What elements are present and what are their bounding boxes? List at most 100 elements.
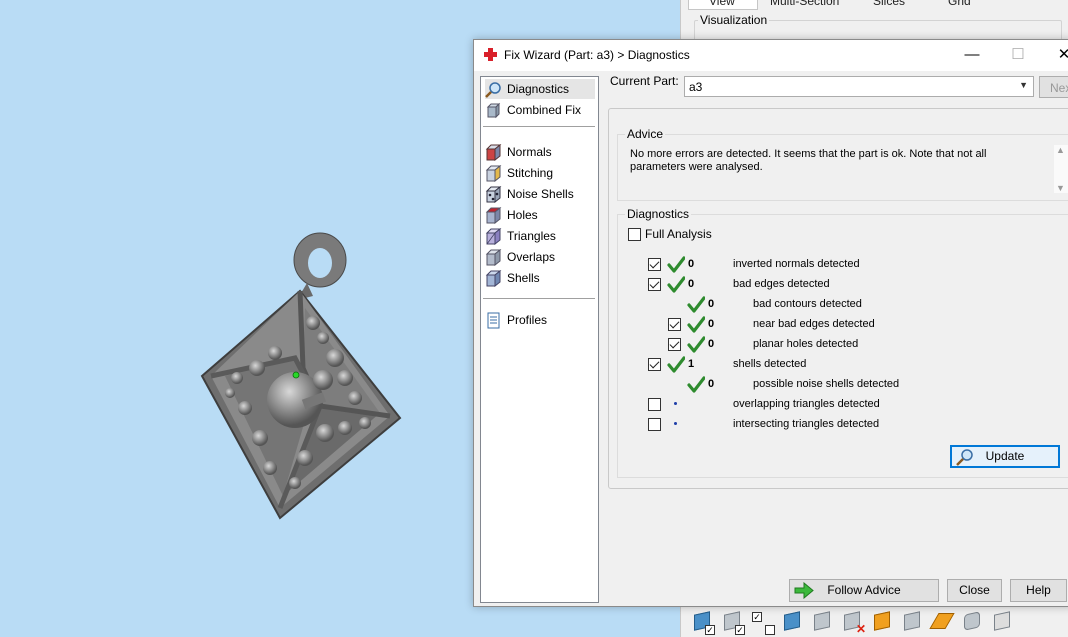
green-check-icon	[687, 296, 706, 314]
profiles-document-icon	[487, 312, 500, 328]
stitching-cube-icon	[485, 164, 502, 182]
cube-multi-icon[interactable]	[780, 610, 807, 636]
diagnostic-checkbox[interactable]	[668, 318, 681, 331]
next-button[interactable]: Next	[1039, 76, 1068, 98]
diagnostic-label: planar holes detected	[753, 338, 859, 350]
title-bar[interactable]: Fix Wizard (Part: a3) > Diagnostics — ☐ …	[474, 40, 1068, 71]
diagnostic-checkbox[interactable]	[668, 338, 681, 351]
green-check-icon	[687, 316, 706, 334]
visualization-label: Visualization	[698, 13, 770, 27]
holes-cube-icon	[485, 206, 502, 224]
diagnostic-count: 0	[688, 278, 695, 290]
green-check-icon	[667, 276, 686, 294]
nav-item-triangles[interactable]: Triangles	[485, 226, 595, 246]
diagnostic-row: 0 bad contours detected	[618, 295, 1058, 315]
diagnostics-legend: Diagnostics	[625, 207, 692, 221]
nav-separator	[483, 298, 595, 299]
normals-cube-icon	[485, 143, 502, 161]
checkbox[interactable]	[628, 227, 641, 241]
pen-icon[interactable]	[900, 610, 927, 636]
diagnostic-label: possible noise shells detected	[753, 378, 900, 390]
green-arrow-icon	[794, 582, 814, 599]
current-part-label: Current Part:	[610, 74, 679, 88]
triangles-cube-icon	[485, 227, 502, 245]
nav-item-profiles[interactable]: Profiles	[485, 310, 595, 330]
cylinder-icon[interactable]	[960, 610, 987, 636]
cube-icon	[486, 102, 501, 118]
diagnostic-checkbox[interactable]	[648, 358, 661, 371]
fix-wizard-dialog: Fix Wizard (Part: a3) > Diagnostics — ☐ …	[473, 39, 1068, 607]
update-button[interactable]: Update	[950, 445, 1060, 468]
diagnostic-row: intersecting triangles detected	[618, 415, 1058, 435]
diagnostic-row: 0 bad edges detected	[618, 275, 1058, 295]
diagnostic-label: inverted normals detected	[733, 258, 860, 270]
advice-scrollbar[interactable]: ▲ ▼	[1054, 145, 1068, 193]
follow-advice-button[interactable]: Follow Advice	[789, 579, 939, 602]
nav-item-normals[interactable]: Normals	[485, 142, 595, 162]
dialog-title: Fix Wizard (Part: a3) > Diagnostics	[504, 48, 690, 62]
wizard-nav-panel: Diagnostics Combined Fix Normals Stitchi…	[480, 76, 599, 603]
green-check-icon	[687, 336, 706, 354]
not-analysed-dot-icon	[674, 422, 677, 425]
nav-item-shells[interactable]: Shells	[485, 268, 595, 288]
diagnostic-count: 0	[708, 338, 715, 350]
green-check-icon	[667, 356, 686, 374]
current-part-select[interactable]: a3 ▼	[684, 76, 1034, 97]
current-part-value: a3	[689, 80, 703, 94]
nav-item-diagnostics[interactable]: Diagnostics	[485, 79, 595, 99]
pendant-3d-model[interactable]	[195, 228, 415, 523]
nav-item-holes[interactable]: Holes	[485, 205, 595, 225]
magnifier-icon	[956, 449, 973, 466]
diagnostic-checkbox[interactable]	[648, 278, 661, 291]
toggle-selection-icon[interactable]: ✓	[750, 610, 777, 636]
nav-item-noise-shells[interactable]: Noise Shells	[485, 184, 595, 204]
diagnostics-group: Diagnostics Full Analysis 0 inverted norm…	[617, 207, 1068, 478]
bottom-toolbar: ✓ ✓ ✓ ✕	[690, 608, 1068, 637]
chevron-down-icon: ▼	[1019, 80, 1028, 90]
diagnostic-label: near bad edges detected	[753, 318, 875, 330]
diagnostic-label: bad contours detected	[753, 298, 862, 310]
diagnostic-label: shells detected	[733, 358, 807, 370]
diagnostic-checkbox[interactable]	[648, 258, 661, 271]
diagnostic-row: 1 shells detected	[618, 355, 1058, 375]
noise-shells-icon	[485, 185, 502, 203]
visibility-check-icon[interactable]: ✓	[720, 610, 747, 636]
advice-text: No more errors are detected. It seems th…	[630, 148, 987, 173]
diagnostic-row: 0 near bad edges detected	[618, 315, 1058, 335]
close-button[interactable]: Close	[947, 579, 1002, 602]
nav-separator	[483, 126, 595, 127]
maximize-button[interactable]: ☐	[995, 40, 1041, 71]
diagnostic-label: overlapping triangles detected	[733, 398, 880, 410]
diagnostic-checkbox[interactable]	[648, 398, 661, 411]
diagnostic-count: 0	[708, 298, 715, 310]
help-button[interactable]: Help	[1010, 579, 1067, 602]
diagnostic-row: overlapping triangles detected	[618, 395, 1058, 415]
green-check-icon	[687, 376, 706, 394]
tab-multi-section[interactable]: Multi-Section	[770, 0, 839, 10]
tab-grid[interactable]: Grid	[948, 0, 971, 10]
diagnostic-label: bad edges detected	[733, 278, 830, 290]
nav-item-stitching[interactable]: Stitching	[485, 163, 595, 183]
diagnostic-row: 0 planar holes detected	[618, 335, 1058, 355]
minimize-button[interactable]: —	[949, 40, 995, 71]
diagnostic-checkbox[interactable]	[648, 418, 661, 431]
tab-slices[interactable]: Slices	[873, 0, 905, 10]
cube-remove-icon[interactable]: ✕	[840, 610, 867, 636]
full-analysis-checkbox[interactable]: Full Analysis	[628, 227, 712, 241]
green-check-icon	[667, 256, 686, 274]
nav-item-combined-fix[interactable]: Combined Fix	[485, 100, 595, 120]
red-cross-icon	[484, 48, 497, 61]
advice-group: Advice No more errors are detected. It s…	[617, 127, 1068, 201]
plane-icon[interactable]	[929, 610, 957, 636]
diagnostic-row: 0 possible noise shells detected	[618, 375, 1058, 395]
close-window-button[interactable]: ✕	[1041, 40, 1068, 71]
shells-check-icon[interactable]: ✓	[690, 610, 717, 636]
overlaps-cube-icon	[485, 248, 502, 266]
nav-item-overlaps[interactable]: Overlaps	[485, 247, 595, 267]
diagnostic-count: 0	[708, 318, 715, 330]
tab-view[interactable]: View	[688, 0, 758, 10]
cube-color-icon[interactable]	[870, 610, 897, 636]
list-icon[interactable]	[990, 610, 1017, 636]
cube-outline-icon[interactable]	[810, 610, 837, 636]
diagnostic-count: 0	[688, 258, 695, 270]
